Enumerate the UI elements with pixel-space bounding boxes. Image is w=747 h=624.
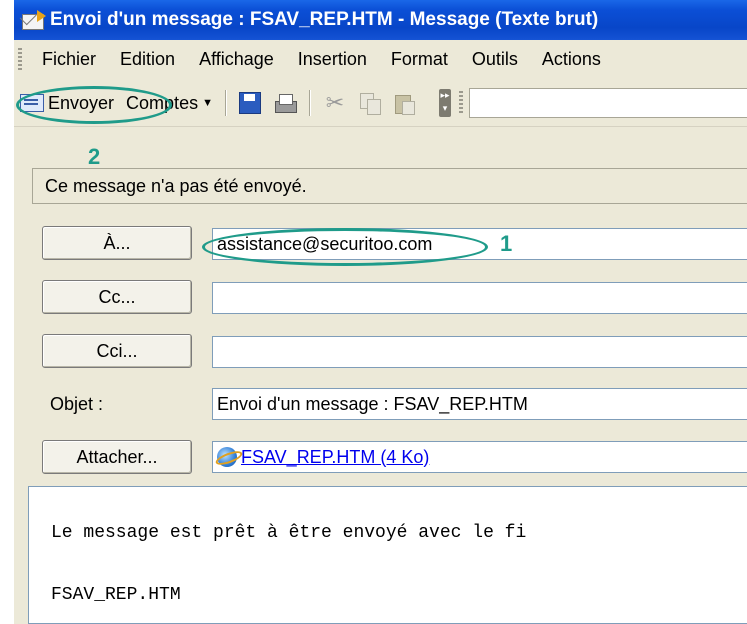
send-icon [20,94,44,112]
toolbar-grip-handle[interactable] [458,91,463,115]
window-title: Envoi d'un message : FSAV_REP.HTM - Mess… [50,9,599,30]
message-window: Envoi d'un message : FSAV_REP.HTM - Mess… [14,0,747,624]
info-bar: Ce message n'a pas été envoyé. [32,168,747,204]
annotation-step-1: 1 [500,231,513,256]
menu-bar: Fichier Edition Affichage Insertion Form… [14,40,747,78]
menu-actions[interactable]: Actions [530,49,613,70]
cut-icon[interactable]: ✂ [323,91,347,115]
copy-icon[interactable] [359,92,381,115]
menu-format[interactable]: Format [379,49,460,70]
to-button[interactable]: À... [42,226,192,260]
title-bar: Envoi d'un message : FSAV_REP.HTM - Mess… [14,0,747,40]
accounts-label: Comptes [126,92,199,113]
toolbar-address-field[interactable] [468,88,747,118]
bcc-button[interactable]: Cci... [42,334,192,368]
bcc-field[interactable] [212,336,747,368]
menubar-grip-handle[interactable] [18,48,22,70]
accounts-dropdown[interactable]: Comptes ▼ [120,86,219,120]
menu-affichage[interactable]: Affichage [187,49,286,70]
to-field[interactable]: assistance@securitoo.com [212,228,747,260]
toolbar-overflow-chevron-icon[interactable]: ▸▸ ▾ [438,89,451,117]
print-icon[interactable] [273,93,297,113]
toolbar-separator [224,90,227,116]
attachment-link[interactable]: FSAV_REP.HTM (4 Ko) [241,447,429,468]
send-button[interactable]: Envoyer [14,86,120,120]
info-bar-text: Ce message n'a pas été envoyé. [45,175,307,196]
toolbar-separator [308,90,311,116]
body-line-2: FSAV_REP.HTM [51,585,181,605]
paste-icon[interactable] [393,92,415,115]
standard-toolbar: Envoyer Comptes ▼ ✂ ▸▸ ▾ [14,80,747,127]
message-envelope-icon [20,9,46,31]
save-icon[interactable] [238,92,261,114]
menu-edition[interactable]: Edition [108,49,187,70]
subject-field-value: Envoi d'un message : FSAV_REP.HTM [217,393,528,414]
menu-insertion[interactable]: Insertion [286,49,379,70]
subject-field[interactable]: Envoi d'un message : FSAV_REP.HTM [212,388,747,420]
chevron-down-icon: ▼ [202,97,213,109]
menu-outils[interactable]: Outils [460,49,530,70]
cc-button[interactable]: Cc... [42,280,192,314]
body-line-1: Le message est prêt à être envoyé avec l… [51,523,527,543]
subject-label: Objet : [50,394,104,414]
attachment-field[interactable]: FSAV_REP.HTM (4 Ko) [212,441,747,473]
to-field-value: assistance@securitoo.com [217,233,433,254]
send-button-label: Envoyer [48,92,115,113]
annotation-step-2: 2 [88,144,101,169]
message-body[interactable]: Le message est prêt à être envoyé avec l… [28,486,747,624]
html-file-icon [217,447,237,467]
cc-field[interactable] [212,282,747,314]
attach-button[interactable]: Attacher... [42,440,192,474]
menu-fichier[interactable]: Fichier [30,49,108,70]
